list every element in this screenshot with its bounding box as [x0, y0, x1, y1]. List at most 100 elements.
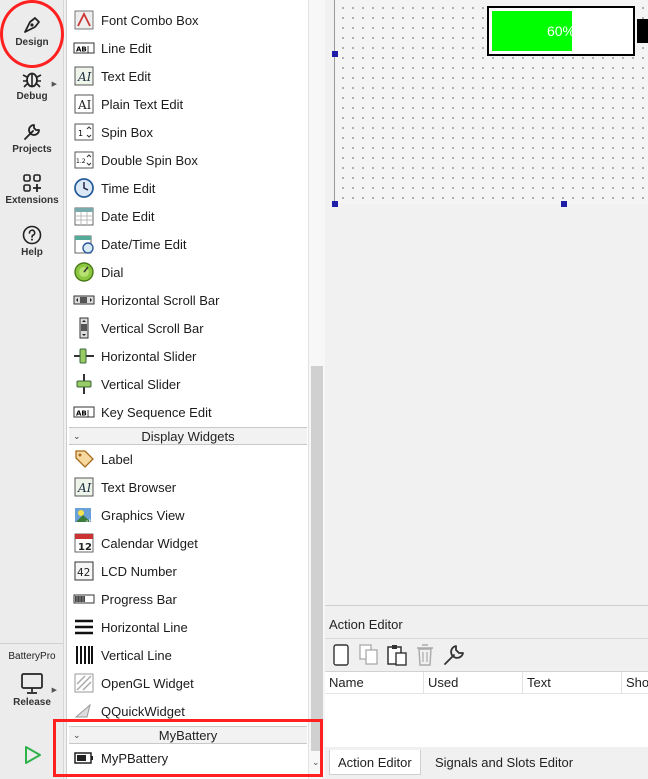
vertical-line-icon [73, 644, 95, 666]
vertical-scroll-bar-icon [73, 317, 95, 339]
horizontal-scroll-bar-icon [73, 289, 95, 311]
action-editor-panel: Action Editor Name Used Text Shortcut Ac… [325, 605, 648, 779]
calendar-clock-icon [73, 233, 95, 255]
copy-icon [359, 644, 378, 665]
widget-item-label: Plain Text Edit [101, 96, 184, 112]
widget-item-double-spin-box[interactable]: 1.2 Double Spin Box [67, 146, 309, 174]
delete-button[interactable] [413, 643, 437, 667]
vertical-slider-icon [73, 373, 95, 395]
widget-item-progress-bar[interactable]: Progress Bar [67, 585, 309, 613]
bottom-tab-bar: Action Editor Signals and Slots Editor [325, 747, 648, 779]
widget-item-label: Horizontal Scroll Bar [101, 292, 220, 308]
column-header-text[interactable]: Text [523, 672, 622, 694]
delete-icon [417, 644, 433, 666]
widget-item-label: Dial [101, 264, 124, 280]
widget-item-plain-text-edit[interactable]: AI Plain Text Edit [67, 90, 309, 118]
widget-item-label: Date Edit [101, 208, 155, 224]
svg-text:AI: AI [77, 70, 92, 84]
form-canvas[interactable]: 60% [335, 0, 648, 204]
widget-item-opengl-widget[interactable]: OpenGL Widget [67, 669, 309, 697]
widget-item-lcd-number[interactable]: 42 LCD Number [67, 557, 309, 585]
widget-item-key-sequence-edit[interactable]: AB| Key Sequence Edit [67, 398, 309, 426]
widget-item-label: QQuickWidget [101, 703, 185, 719]
text-edit-icon: AI [73, 65, 95, 87]
mode-label: Extensions [5, 195, 59, 206]
graphics-view-icon: abc [73, 504, 95, 526]
svg-text:1: 1 [78, 129, 83, 138]
widget-item-calendar-widget[interactable]: 12 Calendar Widget [67, 529, 309, 557]
widget-box: Font Combo Box AB| Line Edit AI Text Edit AI P… [66, 0, 308, 779]
widget-box-scrollbar[interactable]: ⌄ [308, 0, 325, 779]
divider [0, 643, 63, 644]
run-triangle-icon [25, 746, 41, 764]
selection-handle[interactable] [561, 201, 567, 207]
monitor-icon [21, 673, 43, 694]
spin-box-icon: 1 [73, 121, 95, 143]
mode-label: Debug [16, 91, 48, 102]
widget-item-label: Progress Bar [101, 591, 177, 607]
opengl-widget-icon [73, 672, 95, 694]
widget-item-label: Vertical Line [101, 647, 172, 663]
configure-icon [444, 645, 464, 665]
selection-handle[interactable] [332, 51, 338, 57]
mode-label: Help [21, 247, 43, 258]
widget-item-horizontal-line[interactable]: Horizontal Line [67, 613, 309, 641]
widget-item-text-browser[interactable]: AI Text Browser [67, 473, 309, 501]
widget-item-label: OpenGL Widget [101, 675, 194, 691]
scrollbar-thumb[interactable] [311, 366, 323, 751]
mode-debug[interactable]: ▶ Debug [0, 68, 64, 102]
widget-item-horizontal-scroll-bar[interactable]: Horizontal Scroll Bar [67, 286, 309, 314]
widget-item-label: Date/Time Edit [101, 236, 187, 252]
widget-item-date-time-edit[interactable]: Date/Time Edit [67, 230, 309, 258]
widget-item-line-edit[interactable]: AB| Line Edit [67, 34, 309, 62]
mypbattery-widget[interactable]: 60% [487, 6, 648, 56]
svg-text:abc: abc [85, 519, 95, 526]
tab-signals-slots-editor[interactable]: Signals and Slots Editor [427, 750, 581, 775]
paste-button[interactable] [385, 643, 409, 667]
progress-bar-icon [73, 588, 95, 610]
extensions-grid-icon [23, 174, 41, 192]
form-editor[interactable]: 60% [325, 0, 648, 605]
bug-icon [22, 72, 42, 88]
svg-text:AI: AI [77, 98, 92, 112]
mode-extensions[interactable]: Extensions [0, 172, 64, 206]
widget-item-graphics-view[interactable]: abc Graphics View [67, 501, 309, 529]
column-header-name[interactable]: Name [325, 672, 424, 694]
widget-item-spin-box[interactable]: 1 Spin Box [67, 118, 309, 146]
category-header-display-widgets[interactable]: ⌄ Display Widgets [69, 427, 307, 445]
column-header-used[interactable]: Used [424, 672, 523, 694]
calendar-widget-icon: 12 [73, 532, 95, 554]
widget-item-time-edit[interactable]: Time Edit [67, 174, 309, 202]
selection-handle[interactable] [332, 201, 338, 207]
column-header-shortcut[interactable]: Shortcut [622, 672, 648, 694]
widget-item-font-combo-box[interactable]: Font Combo Box [67, 6, 309, 34]
kit-project-name: BatteryPro [8, 651, 56, 662]
widget-item-label: Time Edit [101, 180, 156, 196]
widget-item-vertical-slider[interactable]: Vertical Slider [67, 370, 309, 398]
configure-button[interactable] [442, 643, 466, 667]
tab-action-editor[interactable]: Action Editor [329, 750, 421, 775]
widget-item-dial[interactable]: Dial [67, 258, 309, 286]
kit-selector[interactable]: ▶ Release [0, 672, 64, 708]
widget-item-vertical-scroll-bar[interactable]: Vertical Scroll Bar [67, 314, 309, 342]
widget-item-date-edit[interactable]: Date Edit [67, 202, 309, 230]
new-action-button[interactable] [329, 643, 353, 667]
widget-item-label[interactable]: Label [67, 445, 309, 473]
widget-item-horizontal-slider[interactable]: Horizontal Slider [67, 342, 309, 370]
action-editor-toolbar [325, 638, 648, 671]
action-table[interactable]: Name Used Text Shortcut [325, 671, 648, 747]
widget-item-text-edit[interactable]: AI Text Edit [67, 62, 309, 90]
wrench-icon [24, 124, 40, 140]
label-tag-icon [73, 448, 95, 470]
horizontal-slider-icon [73, 345, 95, 367]
widget-item-label: Key Sequence Edit [101, 404, 212, 420]
widget-item-vertical-line[interactable]: Vertical Line [67, 641, 309, 669]
widget-item-label: Double Spin Box [101, 152, 198, 168]
svg-text:AI: AI [77, 481, 92, 495]
horizontal-line-icon [73, 616, 95, 638]
annotation-rectangle [53, 719, 323, 777]
mode-help[interactable]: Help [0, 224, 64, 258]
mode-projects[interactable]: Projects [0, 121, 64, 155]
copy-button[interactable] [357, 643, 381, 667]
svg-text:AB|: AB| [76, 410, 89, 419]
